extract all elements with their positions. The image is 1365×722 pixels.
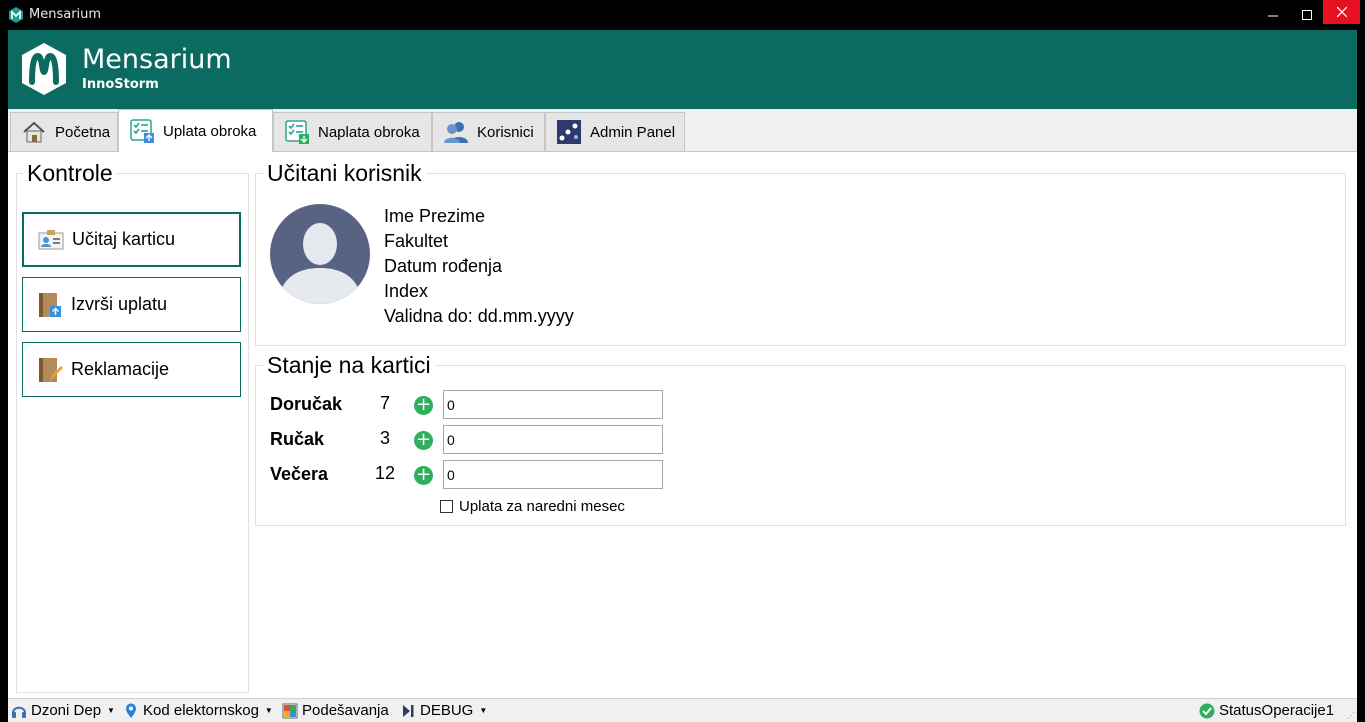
load-card-button[interactable]: Učitaj karticu xyxy=(22,212,241,267)
user-dropdown-label: Dzoni Dep xyxy=(31,702,102,719)
app-header: Mensarium InnoStorm xyxy=(8,30,1357,109)
checklist-upload-icon xyxy=(130,119,154,143)
load-card-label: Učitaj karticu xyxy=(72,229,176,249)
caret-down-icon: ▼ xyxy=(479,706,488,715)
add-dinner-button[interactable]: + xyxy=(414,466,433,485)
tab-uplata-obroka[interactable]: Uplata obroka xyxy=(118,109,273,152)
add-lunch-button[interactable]: + xyxy=(414,431,433,450)
tab-label: Naplata obroka xyxy=(318,123,420,141)
breakfast-input[interactable] xyxy=(443,390,663,419)
app-window: Mensarium InnoStorm Početna Uplata obrok… xyxy=(8,30,1357,722)
book-edit-icon xyxy=(39,357,63,382)
make-payment-label: Izvrši uplatu xyxy=(71,294,168,314)
headset-icon xyxy=(12,706,26,718)
balance-group-title: Stanje na kartici xyxy=(263,352,435,379)
settings-window-icon xyxy=(282,703,298,718)
close-button[interactable] xyxy=(1323,0,1360,24)
debug-label: DEBUG xyxy=(420,702,474,719)
users-icon xyxy=(444,122,468,143)
tab-label: Korisnici xyxy=(477,123,534,141)
make-payment-button[interactable]: Izvrši uplatu xyxy=(22,277,241,332)
user-birth-date: Datum rođenja xyxy=(384,256,503,276)
add-breakfast-button[interactable]: + xyxy=(414,396,433,415)
book-upload-icon xyxy=(39,292,61,317)
admin-panel-icon xyxy=(557,120,581,144)
complaints-label: Reklamacije xyxy=(71,359,170,379)
location-dropdown[interactable]: Kod elektornskog ▼ xyxy=(123,702,273,719)
status-bar: Dzoni Dep ▼ Kod elektornskog ▼ Podešavan… xyxy=(8,698,1357,722)
minimize-icon xyxy=(1267,15,1278,17)
tab-label: Početna xyxy=(55,123,111,141)
meal-count-lunch: 3 xyxy=(380,428,391,448)
minimize-button[interactable] xyxy=(1256,0,1289,30)
user-avatar xyxy=(270,204,370,304)
resize-grip-icon[interactable]: ⋰ xyxy=(1347,711,1355,720)
debug-dropdown[interactable]: DEBUG ▼ xyxy=(400,702,487,719)
close-icon xyxy=(1336,7,1347,17)
tab-admin-panel[interactable]: Admin Panel xyxy=(545,112,685,151)
title-bar: Mensarium xyxy=(0,0,1365,30)
dinner-input[interactable] xyxy=(443,460,663,489)
home-icon xyxy=(23,121,45,143)
user-valid-until: Validna do: dd.mm.yyyy xyxy=(384,306,574,326)
tab-content: Kontrole Učitaj karticu Izvrši uplatu Re… xyxy=(8,151,1357,698)
tab-label: Admin Panel xyxy=(590,123,676,141)
tab-korisnici[interactable]: Korisnici xyxy=(432,112,545,151)
user-faculty: Fakultet xyxy=(384,231,449,251)
tab-pocetna[interactable]: Početna xyxy=(10,112,118,151)
location-pin-icon xyxy=(126,703,136,718)
user-name: Ime Prezime xyxy=(384,206,486,226)
window-title: Mensarium xyxy=(29,7,102,22)
debug-step-icon xyxy=(403,704,414,717)
operation-status: StatusOperacije1 xyxy=(1199,702,1334,719)
maximize-button[interactable] xyxy=(1290,0,1323,30)
next-month-checkbox[interactable] xyxy=(440,500,453,513)
brand-name: Mensarium xyxy=(82,44,232,75)
settings-button[interactable]: Podešavanja xyxy=(282,702,389,719)
next-month-label: Uplata za naredni mesec xyxy=(459,498,625,515)
maximize-icon xyxy=(1301,10,1312,20)
user-index: Index xyxy=(384,281,429,301)
check-circle-icon xyxy=(1199,703,1215,718)
settings-label: Podešavanja xyxy=(302,702,389,719)
mensarium-logo-icon xyxy=(22,43,66,95)
caret-down-icon: ▼ xyxy=(264,706,273,715)
user-dropdown[interactable]: Dzoni Dep ▼ xyxy=(11,702,115,719)
brand-subtitle: InnoStorm xyxy=(82,77,159,92)
controls-title: Kontrole xyxy=(23,160,117,187)
checklist-download-icon xyxy=(285,120,309,144)
tab-label: Uplata obroka xyxy=(163,122,257,140)
meal-label-breakfast: Doručak xyxy=(270,394,343,414)
app-icon xyxy=(9,7,23,23)
lunch-input[interactable] xyxy=(443,425,663,454)
meal-count-dinner: 12 xyxy=(375,463,396,483)
tab-naplata-obroka[interactable]: Naplata obroka xyxy=(273,112,432,151)
caret-down-icon: ▼ xyxy=(107,706,115,715)
meal-label-lunch: Ručak xyxy=(270,429,325,449)
tab-bar: Početna Uplata obroka Naplata obroka Kor… xyxy=(8,109,1357,152)
id-card-icon xyxy=(38,229,64,249)
complaints-button[interactable]: Reklamacije xyxy=(22,342,241,397)
operation-status-label: StatusOperacije1 xyxy=(1219,702,1335,719)
meal-count-breakfast: 7 xyxy=(380,393,391,413)
user-group-title: Učitani korisnik xyxy=(263,160,426,187)
location-dropdown-label: Kod elektornskog xyxy=(143,702,259,719)
meal-label-dinner: Večera xyxy=(270,464,329,484)
